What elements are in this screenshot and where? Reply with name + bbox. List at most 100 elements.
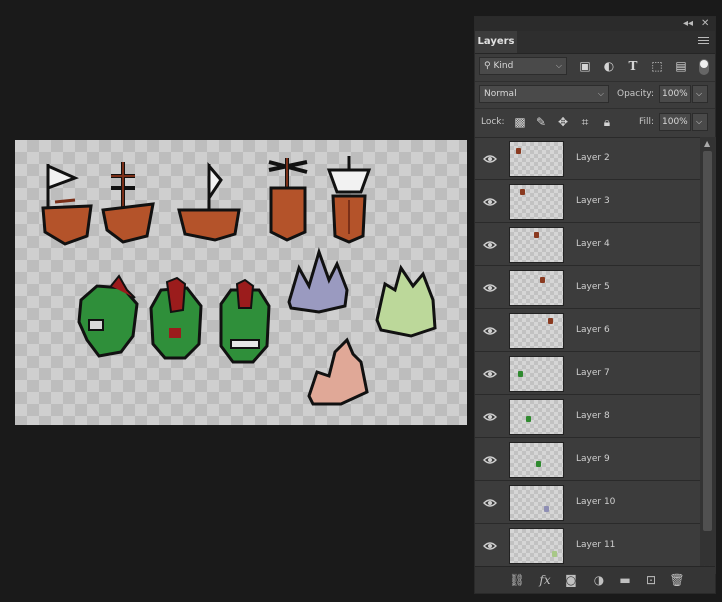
thumbnail-sprite bbox=[536, 461, 541, 467]
crystal-sprite bbox=[375, 264, 437, 338]
layers-footer: ⛓ fx ◙ ◑ ▬ ⊡ 🗑︎ bbox=[475, 566, 715, 593]
blend-row: Normal ⌵ Opacity: 100% ⌵ bbox=[475, 81, 715, 106]
visibility-eye-icon[interactable] bbox=[483, 367, 497, 381]
thumbnail-sprite bbox=[534, 232, 539, 238]
scroll-up-icon[interactable]: ▲ bbox=[704, 139, 710, 148]
lock-artboard-icon[interactable]: ⌗ bbox=[577, 114, 593, 130]
filter-toggle[interactable] bbox=[699, 59, 709, 75]
close-icon[interactable]: ✕ bbox=[701, 18, 709, 29]
adjustment-layer-icon[interactable]: ◑ bbox=[591, 572, 607, 588]
layer-thumbnail bbox=[509, 528, 564, 564]
layer-name: Layer 7 bbox=[576, 368, 610, 378]
filter-row: ⚲ Kind ⌵ ▣ ◐ T ⬚ ▤ bbox=[475, 55, 715, 79]
delete-layer-icon[interactable]: 🗑︎ bbox=[669, 572, 685, 588]
boat-sprite bbox=[326, 156, 372, 244]
visibility-eye-icon[interactable] bbox=[483, 496, 497, 510]
layer-row[interactable]: Layer 3 bbox=[475, 181, 700, 223]
smart-object-filter-icon[interactable]: ▤ bbox=[673, 58, 689, 74]
visibility-eye-icon[interactable] bbox=[483, 539, 497, 553]
lock-all-icon[interactable]: 🔒︎ bbox=[599, 114, 615, 130]
visibility-eye-icon[interactable] bbox=[483, 238, 497, 252]
lock-transparent-pixels-icon[interactable]: ▩ bbox=[512, 114, 528, 130]
visibility-eye-icon[interactable] bbox=[483, 281, 497, 295]
lock-position-icon[interactable]: ✥ bbox=[555, 114, 571, 130]
lock-image-pixels-icon[interactable]: ✎ bbox=[533, 114, 549, 130]
layer-name: Layer 3 bbox=[576, 196, 610, 206]
layer-row[interactable]: Layer 7 bbox=[475, 353, 700, 395]
boat-sprite bbox=[101, 162, 155, 244]
collapse-panel-icon[interactable]: ◂◂ bbox=[683, 18, 693, 29]
visibility-eye-icon[interactable] bbox=[483, 152, 497, 166]
add-mask-icon[interactable]: ◙ bbox=[563, 572, 579, 588]
layer-row[interactable]: Layer 8 bbox=[475, 396, 700, 438]
blend-mode-value: Normal bbox=[484, 89, 517, 99]
layer-thumbnail bbox=[509, 399, 564, 435]
tab-layers[interactable]: Layers bbox=[475, 31, 517, 53]
layer-row[interactable]: Layer 11 bbox=[475, 525, 700, 567]
layer-row[interactable]: Layer 10 bbox=[475, 482, 700, 524]
search-icon: ⚲ bbox=[484, 61, 491, 71]
layer-name: Layer 5 bbox=[576, 282, 610, 292]
layer-thumbnail bbox=[509, 141, 564, 177]
type-filter-icon[interactable]: T bbox=[625, 58, 641, 74]
layers-panel: ◂◂ ✕ Layers ⚲ Kind ⌵ ▣ ◐ T ⬚ ▤ Normal ⌵ … bbox=[474, 16, 716, 594]
layer-name: Layer 11 bbox=[576, 540, 616, 550]
layer-row[interactable]: Layer 4 bbox=[475, 224, 700, 266]
new-layer-icon[interactable]: ⊡ bbox=[643, 572, 659, 588]
pixel-art-sprites bbox=[41, 156, 437, 406]
adjustment-filter-icon[interactable]: ◐ bbox=[601, 58, 617, 74]
opacity-label: Opacity: bbox=[617, 89, 654, 99]
new-group-icon[interactable]: ▬ bbox=[617, 572, 633, 588]
lock-row: Lock: ▩ ✎ ✥ ⌗ 🔒︎ Fill: 100% ⌵ bbox=[475, 108, 715, 135]
visibility-eye-icon[interactable] bbox=[483, 410, 497, 424]
layer-name: Layer 9 bbox=[576, 454, 610, 464]
boat-sprite bbox=[268, 158, 308, 242]
chevron-down-icon: ⌵ bbox=[597, 89, 604, 98]
thumbnail-sprite bbox=[552, 551, 557, 557]
panel-title-bar[interactable]: ◂◂ ✕ bbox=[475, 17, 715, 31]
layer-thumbnail bbox=[509, 356, 564, 392]
image-filter-icon[interactable]: ▣ bbox=[577, 58, 593, 74]
visibility-eye-icon[interactable] bbox=[483, 453, 497, 467]
layer-thumbnail bbox=[509, 227, 564, 263]
fill-dropdown-button[interactable]: ⌵ bbox=[692, 113, 708, 131]
panel-tab-row: Layers bbox=[475, 31, 715, 54]
visibility-eye-icon[interactable] bbox=[483, 195, 497, 209]
fill-label: Fill: bbox=[639, 117, 655, 127]
layer-row[interactable]: Layer 5 bbox=[475, 267, 700, 309]
document-canvas[interactable] bbox=[15, 140, 467, 425]
crystal-sprite bbox=[287, 247, 349, 314]
layer-name: Layer 6 bbox=[576, 325, 610, 335]
link-layers-icon[interactable]: ⛓ bbox=[509, 572, 525, 588]
thumbnail-sprite bbox=[518, 371, 523, 377]
shape-filter-icon[interactable]: ⬚ bbox=[649, 58, 665, 74]
layer-row[interactable]: Layer 2 bbox=[475, 138, 700, 180]
layer-name: Layer 10 bbox=[576, 497, 616, 507]
chevron-down-icon: ⌵ bbox=[696, 89, 703, 98]
layer-row[interactable]: Layer 6 bbox=[475, 310, 700, 352]
fx-icon[interactable]: fx bbox=[537, 572, 553, 588]
orc-head-sprite bbox=[219, 278, 271, 364]
layer-name: Layer 8 bbox=[576, 411, 610, 421]
visibility-eye-icon[interactable] bbox=[483, 324, 497, 338]
opacity-input[interactable]: 100% bbox=[659, 85, 691, 103]
filter-kind-select[interactable]: ⚲ Kind ⌵ bbox=[479, 57, 567, 75]
layer-row[interactable]: Layer 9 bbox=[475, 439, 700, 481]
crystal-sprite bbox=[307, 337, 369, 406]
thumbnail-sprite bbox=[520, 189, 525, 195]
orc-head-sprite bbox=[149, 276, 203, 360]
thumbnail-sprite bbox=[548, 318, 553, 324]
lock-label: Lock: bbox=[481, 117, 505, 127]
panel-menu-icon[interactable] bbox=[698, 35, 709, 46]
layers-list: Layer 2 Layer 3 Layer 4 Layer 5 Layer 6 Layer… bbox=[475, 137, 700, 575]
filter-kind-value: Kind bbox=[493, 61, 514, 71]
layer-thumbnail bbox=[509, 442, 564, 478]
thumbnail-sprite bbox=[516, 148, 521, 154]
blend-mode-select[interactable]: Normal ⌵ bbox=[479, 85, 609, 103]
opacity-dropdown-button[interactable]: ⌵ bbox=[692, 85, 708, 103]
layer-thumbnail bbox=[509, 184, 564, 220]
layers-scrollbar[interactable]: ▲ ⌵ bbox=[700, 137, 716, 574]
fill-input[interactable]: 100% bbox=[659, 113, 691, 131]
toggle-knob bbox=[700, 60, 708, 68]
scroll-thumb[interactable] bbox=[703, 151, 712, 531]
